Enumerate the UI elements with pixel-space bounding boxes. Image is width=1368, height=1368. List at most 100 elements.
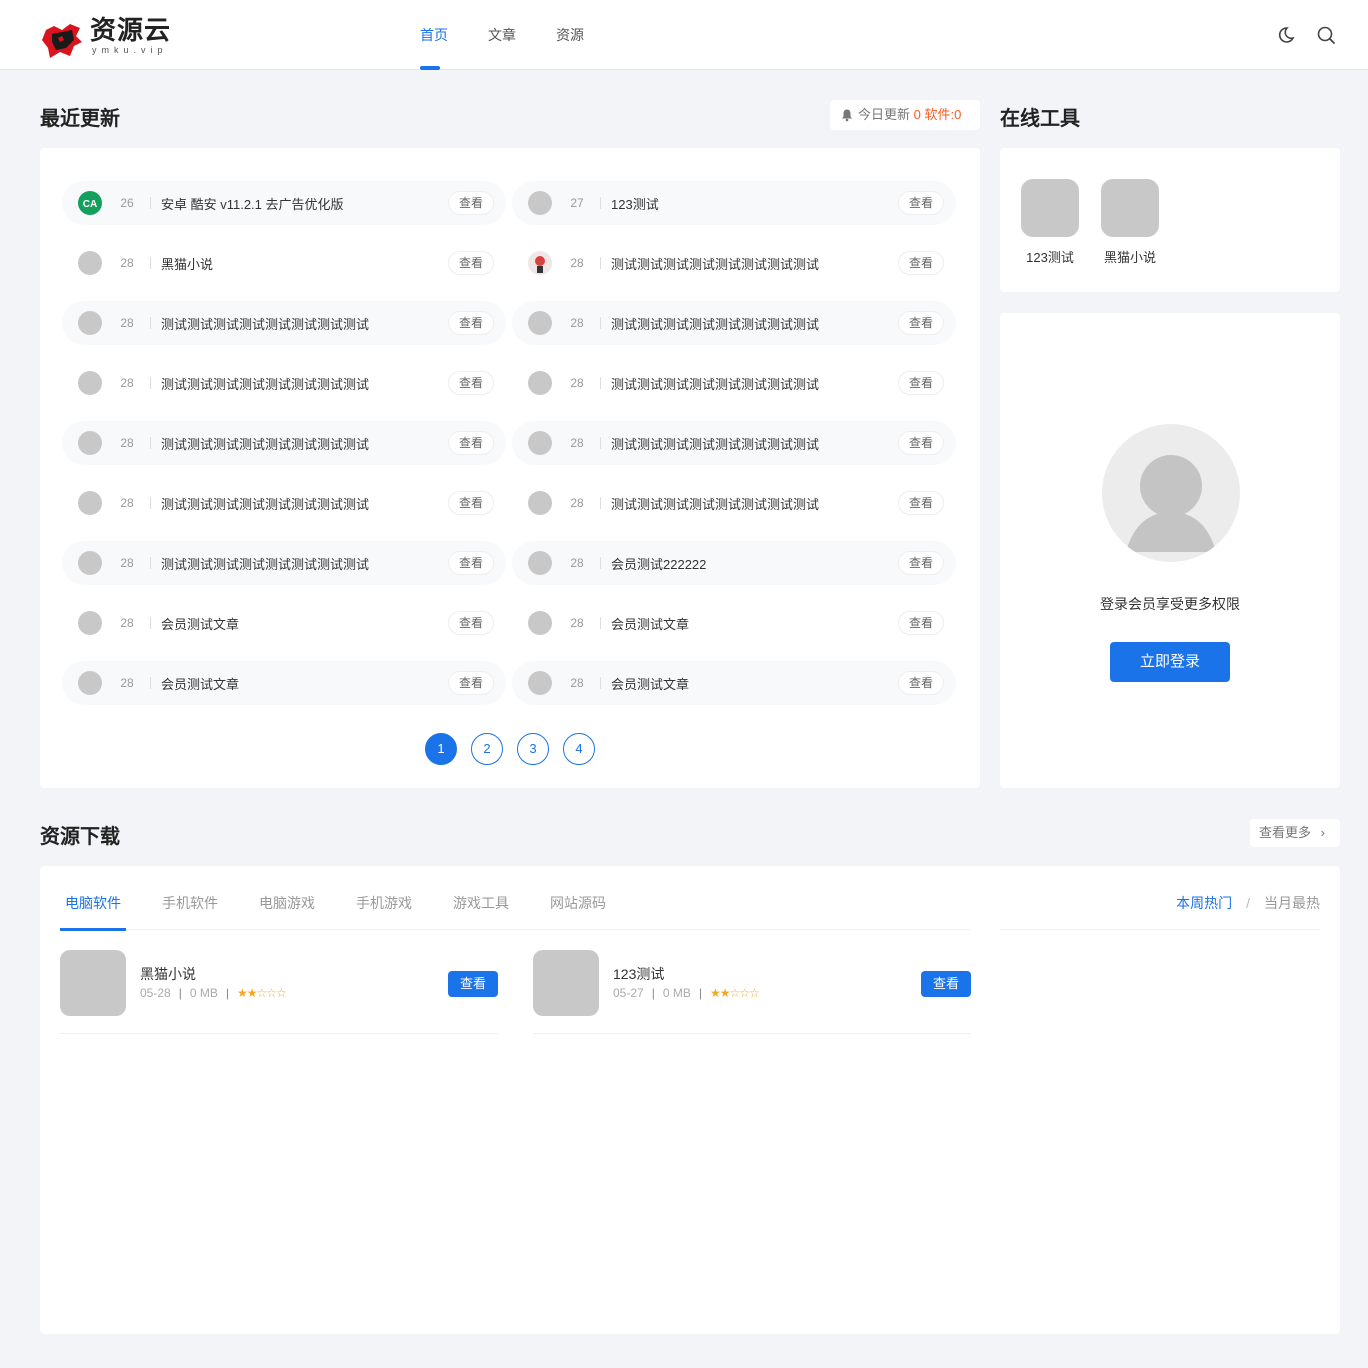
divider [150,677,151,689]
search-icon[interactable] [1315,24,1337,46]
recent-row[interactable]: 28 会员测试文章 查看 [512,601,956,645]
recent-row[interactable]: 28 测试测试测试测试测试测试测试测试 查看 [62,421,506,465]
view-button[interactable]: 查看 [898,311,944,335]
row-title[interactable]: 安卓 酷安 v11.2.1 去广告优化版 [161,194,448,213]
tab-site-source[interactable]: 网站源码 [545,880,611,930]
view-button[interactable]: 查看 [448,551,494,575]
tool-item[interactable]: 黑猫小说 [1100,179,1160,266]
row-title[interactable]: 123测试 [611,194,898,213]
divider [600,677,601,689]
divider [600,437,601,449]
page-2[interactable]: 2 [471,733,503,765]
recent-row[interactable]: CA 26 安卓 酷安 v11.2.1 去广告优化版 查看 [62,181,506,225]
view-button[interactable]: 查看 [448,191,494,215]
nav-resources[interactable]: 资源 [536,0,604,70]
login-button[interactable]: 立即登录 [1110,642,1230,682]
recent-row[interactable]: 28 测试测试测试测试测试测试测试测试 查看 [62,481,506,525]
page-4[interactable]: 4 [563,733,595,765]
view-button[interactable]: 查看 [898,491,944,515]
view-button[interactable]: 查看 [448,491,494,515]
resource-size: 0 MB [189,986,218,1000]
view-button[interactable]: 查看 [898,431,944,455]
view-button[interactable]: 查看 [898,551,944,575]
row-title[interactable]: 黑猫小说 [161,254,448,273]
view-button[interactable]: 查看 [898,611,944,635]
view-button[interactable]: 查看 [898,671,944,695]
view-button[interactable]: 查看 [448,371,494,395]
tool-label: 黑猫小说 [1103,250,1156,265]
page-1[interactable]: 1 [425,733,457,765]
view-button[interactable]: 查看 [898,191,944,215]
tab-pc-games[interactable]: 电脑游戏 [254,880,320,930]
divider [150,197,151,209]
downloads-title: 资源下载 [40,826,120,848]
avatar [78,611,102,635]
rating-stars: ★★☆☆☆ [709,986,760,1000]
recent-row[interactable]: 28 测试测试测试测试测试测试测试测试 查看 [62,301,506,345]
recent-row[interactable]: 28 会员测试文章 查看 [512,661,956,705]
view-more-button[interactable]: 查看更多 › [1250,819,1340,847]
row-title[interactable]: 测试测试测试测试测试测试测试测试 [611,434,898,453]
row-title[interactable]: 会员测试文章 [161,614,448,633]
view-button[interactable]: 查看 [448,311,494,335]
view-button[interactable]: 查看 [448,971,498,997]
row-title[interactable]: 测试测试测试测试测试测试测试测试 [611,374,898,393]
recent-row[interactable]: 28 测试测试测试测试测试测试测试测试 查看 [512,481,956,525]
recent-row[interactable]: 28 测试测试测试测试测试测试测试测试 查看 [512,241,956,285]
avatar [528,611,552,635]
tool-item[interactable]: 123测试 [1020,179,1080,266]
recent-row[interactable]: 28 会员测试文章 查看 [62,661,506,705]
resource-item[interactable]: 黑猫小说 05-28 | 0 MB | ★★☆☆☆ 查看 [60,950,498,1034]
row-title[interactable]: 会员测试文章 [611,674,898,693]
view-button[interactable]: 查看 [898,371,944,395]
row-title[interactable]: 会员测试文章 [611,614,898,633]
recent-row[interactable]: 28 测试测试测试测试测试测试测试测试 查看 [62,361,506,405]
row-title[interactable]: 测试测试测试测试测试测试测试测试 [611,254,898,273]
row-title[interactable]: 测试测试测试测试测试测试测试测试 [161,314,448,333]
view-button[interactable]: 查看 [448,671,494,695]
view-button[interactable]: 查看 [898,251,944,275]
view-button[interactable]: 查看 [448,611,494,635]
recent-row[interactable]: 28 测试测试测试测试测试测试测试测试 查看 [512,421,956,465]
page-3[interactable]: 3 [517,733,549,765]
divider [600,197,601,209]
row-title[interactable]: 会员测试222222 [611,554,898,573]
recent-row[interactable]: 28 测试测试测试测试测试测试测试测试 查看 [512,361,956,405]
tab-mobile-software[interactable]: 手机软件 [157,880,223,930]
dark-mode-icon[interactable] [1275,24,1297,46]
row-title[interactable]: 测试测试测试测试测试测试测试测试 [161,494,448,513]
recent-row[interactable]: 28 会员测试222222 查看 [512,541,956,585]
main-nav: 首页 文章 资源 [400,0,604,70]
rank-weekly[interactable]: 本周热门 [1176,895,1232,911]
row-title[interactable]: 测试测试测试测试测试测试测试测试 [161,554,448,573]
site-logo[interactable]: 资源云 ymku.vip [40,16,171,62]
recent-row[interactable]: 28 测试测试测试测试测试测试测试测试 查看 [512,301,956,345]
recent-title: 最近更新 [40,108,120,130]
recent-row[interactable]: 27 123测试 查看 [512,181,956,225]
row-date: 26 [120,196,134,210]
row-title[interactable]: 测试测试测试测试测试测试测试测试 [611,314,898,333]
row-title[interactable]: 会员测试文章 [161,674,448,693]
view-more-label: 查看更多 [1259,825,1312,840]
tab-mobile-games[interactable]: 手机游戏 [351,880,417,930]
row-title[interactable]: 测试测试测试测试测试测试测试测试 [161,434,448,453]
view-button[interactable]: 查看 [448,251,494,275]
recent-row[interactable]: 28 测试测试测试测试测试测试测试测试 查看 [62,541,506,585]
view-button[interactable]: 查看 [448,431,494,455]
recent-row[interactable]: 28 会员测试文章 查看 [62,601,506,645]
row-title[interactable]: 测试测试测试测试测试测试测试测试 [611,494,898,513]
row-date: 28 [120,316,134,330]
tab-game-tools[interactable]: 游戏工具 [448,880,514,930]
rank-monthly[interactable]: 当月最热 [1264,895,1320,911]
view-button[interactable]: 查看 [921,971,971,997]
row-title[interactable]: 测试测试测试测试测试测试测试测试 [161,374,448,393]
resource-item[interactable]: 123测试 05-27 | 0 MB | ★★☆☆☆ 查看 [533,950,971,1034]
nav-articles[interactable]: 文章 [468,0,536,70]
avatar [528,431,552,455]
tab-pc-software[interactable]: 电脑软件 [60,880,126,931]
recent-row[interactable]: 28 黑猫小说 查看 [62,241,506,285]
nav-home[interactable]: 首页 [400,0,468,70]
resource-thumb [60,950,126,1016]
tool-label: 123测试 [1026,250,1074,265]
logo-title: 资源云 [90,16,172,46]
